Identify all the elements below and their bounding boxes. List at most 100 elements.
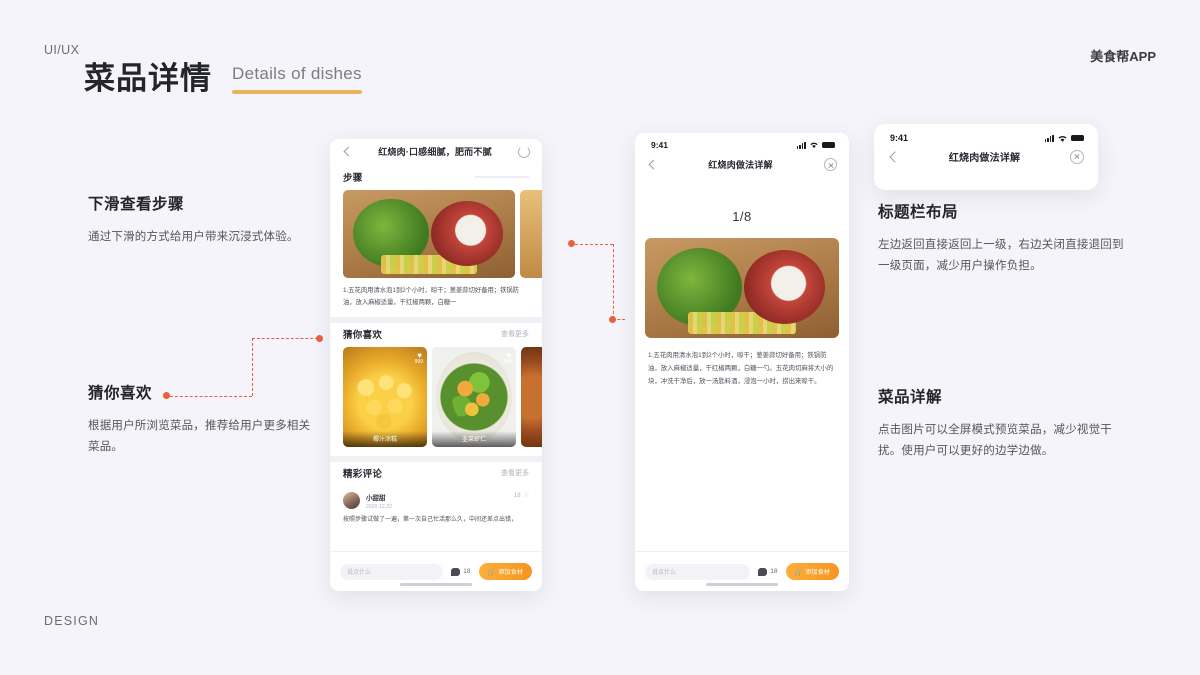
recommend-section-title: 猜你喜欢 xyxy=(343,330,383,342)
page-title-cn: 菜品详情 xyxy=(84,61,212,96)
phone2-bottom-bar: 说点什么 18 🛒 添加食材 xyxy=(635,551,849,591)
comments-section-header: 精彩评论 查看更多 xyxy=(330,462,542,486)
battery-icon xyxy=(1071,134,1084,142)
connector-line-left-v xyxy=(252,338,253,396)
annotation-dish-detail: 菜品详解 点击图片可以全屏模式预览菜品，减少视觉干扰。使用户可以更好的边学边做。 xyxy=(878,385,1128,463)
connector-line-left-h2 xyxy=(252,338,318,339)
comment-input[interactable]: 说点什么 xyxy=(645,563,751,580)
step-description: 1.五花肉用清水泡1到2个小时，晾干；葱姜蒜切好备用；铁锅防油，放入麻椒适量，干… xyxy=(343,287,519,306)
home-indicator xyxy=(706,583,778,586)
step-hero-photo[interactable] xyxy=(645,238,839,338)
list-item[interactable] xyxy=(521,347,542,448)
annotation-recommendations: 猜你喜欢 根据用户所浏览菜品，推荐给用户更多相关菜品。 xyxy=(88,381,320,459)
phone-mockup-detail-page: 红烧肉·口感细腻，肥而不腻 步骤 1.五花肉用清水泡1到2个小时，晾干；葱姜蒜切… xyxy=(330,139,542,591)
page-title-en: Details of dishes xyxy=(232,64,362,84)
card-label: 椰汁凉糕 xyxy=(343,431,427,448)
close-circle-icon[interactable] xyxy=(1070,149,1084,164)
comment-author: 小甜甜 xyxy=(366,495,386,503)
page-title: 菜品详情 Details of dishes xyxy=(84,61,362,96)
phone3-nav-title: 红烧肉做法详解 xyxy=(948,153,1021,164)
step-photo-next-image xyxy=(520,190,542,278)
comments-section-title: 精彩评论 xyxy=(343,469,383,481)
recommend-more-link[interactable]: 查看更多 xyxy=(501,329,529,339)
comment-input-placeholder: 说点什么 xyxy=(652,570,677,576)
comment-like-count: 18 xyxy=(513,492,521,499)
annotation-body: 点击图片可以全屏模式预览菜品，减少视觉干扰。使用户可以更好的边学边做。 xyxy=(878,424,1112,458)
titlebar-callout: 9:41 红烧肉做法详解 xyxy=(874,124,1098,190)
wifi-icon xyxy=(1058,135,1067,142)
connector-dot-left xyxy=(163,392,170,399)
phone1-bottom-bar: 说点什么 18 🛒 添加食材 xyxy=(330,551,542,591)
thumbs-up-icon[interactable]: ♡ xyxy=(524,492,529,499)
phone2-nav-title: 红烧肉做法详解 xyxy=(708,160,773,170)
refresh-icon[interactable] xyxy=(518,145,530,158)
steps-section-title: 步骤 xyxy=(343,173,363,184)
annotation-title: 菜品详解 xyxy=(878,389,943,406)
annotation-title: 猜你喜欢 xyxy=(88,385,153,402)
annotation-title: 下滑查看步骤 xyxy=(88,196,185,213)
signal-bars-icon xyxy=(1044,134,1054,142)
connector-dot-mid-end xyxy=(609,316,616,323)
status-time: 9:41 xyxy=(651,140,669,150)
comment-input-placeholder: 说点什么 xyxy=(347,570,372,576)
annotation-title: 标题栏布局 xyxy=(878,204,959,221)
phone3-navbar: 红烧肉做法详解 xyxy=(874,145,1098,172)
poster-canvas: UI/UX 美食帮APP 菜品详情 Details of dishes DESI… xyxy=(0,0,1200,675)
status-indicators xyxy=(1044,134,1084,143)
avatar[interactable] xyxy=(343,492,360,510)
close-circle-icon[interactable] xyxy=(824,158,837,171)
phone1-nav-title: 红烧肉·口感细腻，肥而不腻 xyxy=(378,147,492,157)
phone-mockup-fullscreen-step: 9:41 红烧肉做法详解 1/8 1.五花肉用清水泡1到2个小时，晾干；葱姜蒜切… xyxy=(635,133,849,591)
comment-count-group[interactable]: 18 xyxy=(758,567,778,576)
connector-line-mid-h1 xyxy=(575,244,613,245)
annotation-body: 左边返回直接返回上一级，右边关闭直接退回到一级页面，减少用户操作负担。 xyxy=(878,239,1124,273)
status-indicators xyxy=(796,141,835,149)
comment-item: 小甜甜 2020.12.22 18 ♡ xyxy=(330,486,542,510)
annotation-titlebar-layout: 标题栏布局 左边返回直接返回上一级，右边关闭直接退回到一级页面，减少用户操作负担… xyxy=(878,200,1128,278)
annotation-body: 根据用户所浏览菜品，推荐给用户更多相关菜品。 xyxy=(88,420,311,454)
list-item[interactable]: ♥ 999 椰汁凉糕 xyxy=(343,347,427,448)
step-detail-description: 1.五花肉用清水泡1到2个小时，晾干；葱姜蒜切好备用；铁锅防油，放入麻椒适量，干… xyxy=(648,352,834,385)
card-like-count: 888 xyxy=(503,359,512,366)
comments-more-link[interactable]: 查看更多 xyxy=(501,468,529,478)
comment-count-value: 18 xyxy=(463,568,471,575)
page-indicator: 1/8 xyxy=(732,209,752,224)
recommend-card-list[interactable]: ♥ 999 椰汁凉糕 ♥ 888 韭菜虾仁 xyxy=(330,347,542,448)
comment-count-value: 18 xyxy=(770,568,778,575)
status-time: 9:41 xyxy=(890,133,909,143)
steps-progress-track xyxy=(475,176,529,178)
title-underline xyxy=(232,90,362,95)
comment-bubble-icon xyxy=(451,567,461,576)
card-like-count: 999 xyxy=(414,359,423,366)
comment-bubble-icon xyxy=(758,567,768,576)
brand-label: 美食帮APP xyxy=(1090,49,1156,64)
cart-icon: 🛒 xyxy=(487,568,496,576)
phone3-status-bar: 9:41 xyxy=(874,124,1098,145)
card-label: 韭菜虾仁 xyxy=(432,431,516,448)
step-photo[interactable] xyxy=(343,190,515,278)
add-ingredients-label: 添加食材 xyxy=(498,569,523,576)
comment-input[interactable]: 说点什么 xyxy=(340,563,444,580)
add-ingredients-label: 添加食材 xyxy=(805,569,830,576)
steps-image-carousel[interactable] xyxy=(330,190,542,278)
connector-dot-mid-start xyxy=(568,240,575,247)
phone1-navbar: 红烧肉·口感细腻，肥而不腻 xyxy=(330,139,542,166)
annotation-scroll-steps: 下滑查看步骤 通过下滑的方式给用户带来沉浸式体验。 xyxy=(88,192,320,248)
home-indicator xyxy=(400,583,472,586)
step-hero-image xyxy=(645,238,839,338)
page-title-en-wrap: Details of dishes xyxy=(232,64,362,96)
comment-count-group[interactable]: 18 xyxy=(451,567,471,576)
battery-icon xyxy=(822,141,835,149)
connector-line-left-h1 xyxy=(170,396,252,397)
footer-label: DESIGN xyxy=(44,614,100,628)
comment-like-group[interactable]: 18 ♡ xyxy=(513,492,529,500)
add-ingredients-button[interactable]: 🛒 添加食材 xyxy=(785,563,839,580)
comment-body: 按照步骤试做了一遍，第一次自己忙活那么久，中间还差点出错， xyxy=(343,517,518,524)
signal-bars-icon xyxy=(796,141,806,149)
wifi-icon xyxy=(810,142,818,149)
add-ingredients-button[interactable]: 🛒 添加食材 xyxy=(478,563,532,580)
recommend-section-header: 猜你喜欢 查看更多 xyxy=(330,323,542,347)
step-photo-next[interactable] xyxy=(520,190,542,278)
list-item[interactable]: ♥ 888 韭菜虾仁 xyxy=(432,347,516,448)
annotation-body: 通过下滑的方式给用户带来沉浸式体验。 xyxy=(88,231,299,243)
